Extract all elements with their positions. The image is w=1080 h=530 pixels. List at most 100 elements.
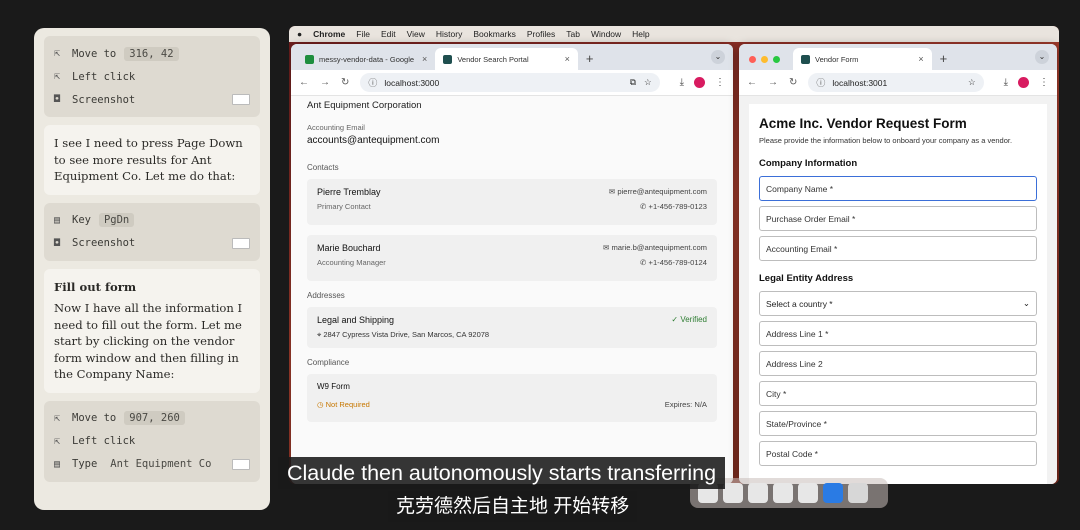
menu-file[interactable]: File — [356, 29, 370, 39]
address-line-2-input[interactable]: Address Line 2 — [759, 351, 1037, 376]
close-tab-icon[interactable]: × — [918, 54, 923, 64]
menu-history[interactable]: History — [436, 29, 462, 39]
contact-phone: +1-456-789-0124 — [648, 258, 707, 267]
menu-profiles[interactable]: Profiles — [527, 29, 555, 39]
tab-search-icon[interactable]: ⌄ — [1035, 50, 1049, 64]
compliance-card: W9 Form ◷ Not Required Expires: N/A — [307, 374, 717, 422]
thought-block: Fill out form Now I have all the informa… — [44, 268, 260, 393]
profile-avatar[interactable] — [1018, 77, 1029, 88]
install-icon[interactable]: ⧉ — [630, 77, 636, 88]
action-arg: 316, 42 — [124, 46, 179, 61]
action-row: ⇱ Move to 316, 42 — [54, 42, 250, 65]
action-row: ⇱ Left click — [54, 65, 250, 88]
warning-icon: ◷ — [317, 400, 326, 409]
tab-vendor-form[interactable]: Vendor Form × — [793, 48, 932, 70]
menu-tab[interactable]: Tab — [566, 29, 580, 39]
cursor-icon: ⇱ — [54, 71, 61, 82]
url-text: localhost:3000 — [384, 77, 440, 88]
site-info-icon[interactable]: ⓘ — [816, 76, 825, 89]
tab-strip: Vendor Form × + ⌄ — [739, 44, 1057, 70]
window-controls — [749, 56, 785, 63]
more-menu-icon[interactable]: ⋮ — [715, 77, 725, 88]
back-icon[interactable]: ← — [747, 77, 757, 88]
dock-app-icon[interactable] — [723, 483, 743, 503]
bookmark-star-icon[interactable]: ☆ — [968, 77, 976, 88]
input-placeholder: Address Line 2 — [766, 358, 823, 369]
profile-avatar[interactable] — [694, 77, 705, 88]
close-tab-icon[interactable]: × — [422, 54, 427, 64]
menu-app[interactable]: Chrome — [313, 29, 345, 39]
chevron-down-icon: ⌄ — [1022, 298, 1030, 308]
postal-code-input[interactable]: Postal Code * — [759, 441, 1037, 466]
keyboard-icon: ▤ — [54, 458, 61, 470]
close-window-button[interactable] — [749, 56, 756, 63]
zoom-window-button[interactable] — [773, 56, 780, 63]
apple-icon[interactable]: ● — [297, 29, 302, 39]
tab-strip: messy-vendor-data - Google × Vendor Sear… — [291, 44, 733, 70]
action-label: Left click — [72, 70, 136, 83]
reload-icon[interactable]: ↻ — [341, 77, 349, 88]
app-store-icon[interactable] — [823, 483, 843, 503]
action-row: ◘ Screenshot — [54, 88, 250, 111]
action-label: Left click — [72, 435, 136, 447]
forward-icon[interactable]: → — [320, 77, 330, 88]
menu-edit[interactable]: Edit — [381, 29, 396, 39]
city-input[interactable]: City * — [759, 381, 1037, 406]
close-tab-icon[interactable]: × — [565, 54, 570, 64]
tab-label: Vendor Search Portal — [457, 54, 529, 64]
action-label: Screenshot — [72, 93, 136, 106]
site-info-icon[interactable]: ⓘ — [368, 76, 377, 89]
menu-window[interactable]: Window — [591, 29, 621, 39]
bookmark-star-icon[interactable]: ☆ — [644, 77, 652, 88]
accounting-email-input[interactable]: Accounting Email * — [759, 236, 1037, 261]
country-select[interactable]: Select a country * ⌄ — [759, 291, 1037, 316]
minimize-window-button[interactable] — [761, 56, 768, 63]
menu-view[interactable]: View — [407, 29, 425, 39]
compliance-status: Not Required — [325, 400, 370, 409]
tab-vendor-search-portal[interactable]: Vendor Search Portal × — [435, 48, 578, 70]
address-bar[interactable]: ⓘ localhost:3000 ⧉ ☆ — [360, 73, 660, 92]
company-name-input[interactable]: Company Name * — [759, 176, 1037, 201]
subtitle-chinese: 克劳德然后自主地 开始转移 — [388, 491, 638, 522]
address-line-1-input[interactable]: Address Line 1 * — [759, 321, 1037, 346]
toolbar-right: ⤓ ⋮ — [670, 77, 725, 88]
contact-email: pierre@antequipment.com — [617, 187, 707, 196]
contact-card: Marie Bouchard Accounting Manager ✉ marie… — [307, 235, 717, 281]
menu-help[interactable]: Help — [632, 29, 649, 39]
accounting-email: accounts@antequipment.com — [307, 135, 440, 146]
new-tab-icon[interactable]: + — [586, 51, 594, 66]
dock-app-icon[interactable] — [798, 483, 818, 503]
purchase-order-email-input[interactable]: Purchase Order Email * — [759, 206, 1037, 231]
thought-text: Now I have all the information I need to… — [54, 301, 243, 381]
action-arg: 907, 260 — [124, 411, 185, 425]
input-placeholder: Postal Code * — [766, 448, 818, 459]
address-bar[interactable]: ⓘ localhost:3001 ☆ — [808, 73, 984, 92]
download-icon[interactable]: ⤓ — [1004, 77, 1008, 88]
sheets-icon — [305, 54, 314, 64]
cursor-icon: ⇱ — [54, 48, 61, 59]
input-placeholder: State/Province * — [766, 418, 827, 429]
forward-icon[interactable]: → — [768, 77, 778, 88]
dock-app-icon[interactable] — [773, 483, 793, 503]
more-menu-icon[interactable]: ⋮ — [1039, 77, 1049, 88]
menu-bookmarks[interactable]: Bookmarks — [473, 29, 516, 39]
state-input[interactable]: State/Province * — [759, 411, 1037, 436]
new-tab-icon[interactable]: + — [940, 51, 948, 66]
tab-search-icon[interactable]: ⌄ — [711, 50, 725, 64]
screenshot-thumbnail[interactable] — [232, 237, 250, 249]
dock-app-icon[interactable] — [748, 483, 768, 503]
contact-phone: +1-456-789-0123 — [648, 202, 707, 211]
back-icon[interactable]: ← — [299, 77, 309, 88]
site-favicon-icon — [443, 54, 453, 64]
cursor-icon: ⇱ — [54, 412, 61, 424]
download-icon[interactable]: ⤓ — [680, 77, 684, 88]
action-card: ⇱ Move to 316, 42 ⇱ Left click ◘ Screenshot — [44, 36, 260, 117]
phone-icon: ✆ — [640, 258, 649, 267]
screenshot-thumbnail[interactable] — [232, 458, 250, 470]
screenshot-thumbnail[interactable] — [232, 94, 250, 105]
reload-icon[interactable]: ↻ — [789, 77, 797, 88]
tab-messy-vendor-data[interactable]: messy-vendor-data - Google × — [297, 48, 435, 70]
contact-role: Primary Contact — [317, 202, 371, 211]
thought-title: Fill out form — [54, 279, 137, 294]
trash-icon[interactable] — [848, 483, 868, 503]
